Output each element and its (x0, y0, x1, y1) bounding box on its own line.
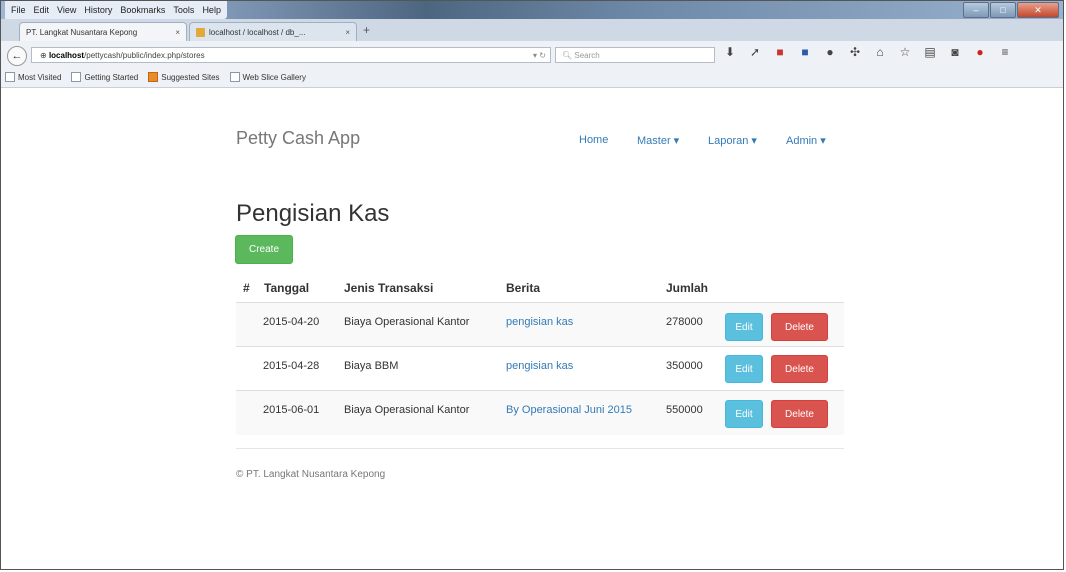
edit-button[interactable]: Edit (725, 400, 763, 428)
tab-close-icon[interactable]: × (345, 28, 350, 37)
bookmark-star-icon[interactable]: ☆ (898, 45, 912, 59)
bookmarks-toolbar: Most Visited Getting Started Suggested S… (1, 68, 306, 86)
suggested-sites-icon (148, 72, 159, 82)
bookmark-label: Most Visited (18, 72, 62, 82)
reload-icon[interactable]: ▾ ↻ (533, 48, 546, 64)
back-button[interactable]: ← (7, 46, 27, 66)
bookmark-suggested-sites[interactable]: Suggested Sites (148, 72, 220, 82)
bookmark-most-visited[interactable]: Most Visited (5, 72, 61, 82)
search-placeholder: Search (574, 51, 600, 60)
cell-jumlah: 550000 (666, 404, 703, 416)
bookmark-getting-started[interactable]: Getting Started (71, 72, 138, 82)
cell-tanggal: 2015-06-01 (263, 404, 320, 416)
nav-admin-dropdown[interactable]: Admin ▾ (786, 134, 826, 147)
column-header-number: # (243, 281, 250, 295)
cell-jumlah: 350000 (666, 360, 703, 372)
delete-button[interactable]: Delete (771, 313, 828, 341)
toolbar-icons: ⬇ ➚ ■ ■ ● ✣ ⌂ ☆ ▤ ◙ ● ≡ (723, 45, 1012, 59)
delete-button[interactable]: Delete (771, 400, 828, 428)
column-header-berita: Berita (506, 281, 541, 295)
send-icon[interactable]: ➚ (748, 45, 762, 59)
cell-berita-link[interactable]: By Operasional Juni 2015 (506, 404, 632, 416)
addon-puzzle-icon[interactable]: ✣ (848, 45, 862, 59)
addon-red-circle-icon[interactable]: ● (973, 45, 987, 59)
close-window-button[interactable]: ✕ (1017, 2, 1059, 18)
menu-bar: File Edit View History Bookmarks Tools H… (5, 1, 227, 19)
edit-button[interactable]: Edit (725, 313, 763, 341)
tab-close-icon[interactable]: × (175, 28, 180, 37)
column-header-tanggal: Tanggal (264, 281, 310, 295)
navigation-toolbar: ← ⊕ localhost/pettycash/public/index.php… (1, 41, 1063, 88)
cell-berita-link[interactable]: pengisian kas (506, 316, 573, 328)
column-header-jenis-transaksi: Jenis Transaksi (344, 281, 434, 295)
pocket-icon[interactable]: ◙ (948, 45, 962, 59)
cell-jenis-transaksi: Biaya Operasional Kantor (344, 316, 470, 328)
bookmark-label: Web Slice Gallery (242, 72, 306, 82)
minimize-button[interactable]: – (963, 2, 989, 18)
bookmarks-list-icon[interactable]: ▤ (923, 45, 937, 59)
url-bar[interactable]: ⊕ localhost/pettycash/public/index.php/s… (31, 47, 551, 63)
menu-file[interactable]: File (11, 5, 26, 15)
addon-dark-icon[interactable]: ● (823, 45, 837, 59)
window-controls: – □ ✕ (963, 2, 1059, 18)
home-icon[interactable]: ⌂ (873, 45, 887, 59)
tab-petty-cash[interactable]: PT. Langkat Nusantara Kepong × (19, 22, 187, 41)
page-icon (229, 72, 240, 82)
nav-laporan-dropdown[interactable]: Laporan ▾ (708, 134, 757, 147)
menu-bookmarks[interactable]: Bookmarks (120, 5, 165, 15)
maximize-button[interactable]: □ (990, 2, 1016, 18)
search-input[interactable]: 🔍︎ Search (555, 47, 715, 63)
tab-label: localhost / localhost / db_... (209, 27, 306, 37)
addon-red-icon[interactable]: ■ (773, 45, 787, 59)
tab-localhost-db[interactable]: localhost / localhost / db_... × (189, 22, 357, 41)
edit-button[interactable]: Edit (725, 355, 763, 383)
footer-divider (236, 448, 844, 449)
table-row: 2015-04-28 Biaya BBM pengisian kas 35000… (236, 346, 844, 391)
page-content: Petty Cash App Home Master ▾ Laporan ▾ A… (1, 88, 1063, 569)
browser-window: File Edit View History Bookmarks Tools H… (0, 0, 1064, 570)
cell-berita-link[interactable]: pengisian kas (506, 360, 573, 372)
cell-jenis-transaksi: Biaya BBM (344, 360, 399, 372)
folder-icon (5, 72, 15, 82)
url-host: localhost (48, 51, 85, 60)
create-button[interactable]: Create (235, 235, 293, 264)
bookmark-label: Suggested Sites (161, 72, 220, 82)
addon-blue-icon[interactable]: ■ (798, 45, 812, 59)
tab-label: PT. Langkat Nusantara Kepong (26, 27, 138, 37)
menu-view[interactable]: View (57, 5, 76, 15)
page-title: Pengisian Kas (236, 200, 390, 227)
phpmyadmin-icon (196, 27, 205, 37)
bookmark-label: Getting Started (84, 72, 139, 82)
page-icon (71, 72, 82, 82)
globe-icon: ⊕ (40, 51, 49, 60)
tab-strip: PT. Langkat Nusantara Kepong × localhost… (1, 19, 1063, 41)
footer-copyright: © PT. Langkat Nusantara Kepong (236, 469, 386, 480)
menu-history[interactable]: History (84, 5, 112, 15)
app-brand[interactable]: Petty Cash App (236, 128, 360, 149)
table-row: 2015-06-01 Biaya Operasional Kantor By O… (236, 390, 844, 435)
download-icon[interactable]: ⬇ (723, 45, 737, 59)
cell-jumlah: 278000 (666, 316, 703, 328)
cell-tanggal: 2015-04-20 (263, 316, 320, 328)
menu-edit[interactable]: Edit (34, 5, 50, 15)
cell-tanggal: 2015-04-28 (263, 360, 320, 372)
url-path: /pettycash/public/index.php/stores (84, 51, 205, 60)
search-icon: 🔍︎ (562, 51, 575, 60)
nav-master-dropdown[interactable]: Master ▾ (637, 134, 679, 147)
column-header-jumlah: Jumlah (666, 281, 709, 295)
cell-jenis-transaksi: Biaya Operasional Kantor (344, 404, 470, 416)
menu-help[interactable]: Help (202, 5, 221, 15)
nav-home[interactable]: Home (579, 134, 608, 146)
title-bar: File Edit View History Bookmarks Tools H… (1, 1, 1063, 19)
new-tab-button[interactable]: + (363, 23, 370, 37)
menu-tools[interactable]: Tools (173, 5, 194, 15)
bookmark-web-slice-gallery[interactable]: Web Slice Gallery (229, 72, 306, 82)
hamburger-menu-icon[interactable]: ≡ (998, 45, 1012, 59)
table-row: 2015-04-20 Biaya Operasional Kantor peng… (236, 302, 844, 347)
delete-button[interactable]: Delete (771, 355, 828, 383)
